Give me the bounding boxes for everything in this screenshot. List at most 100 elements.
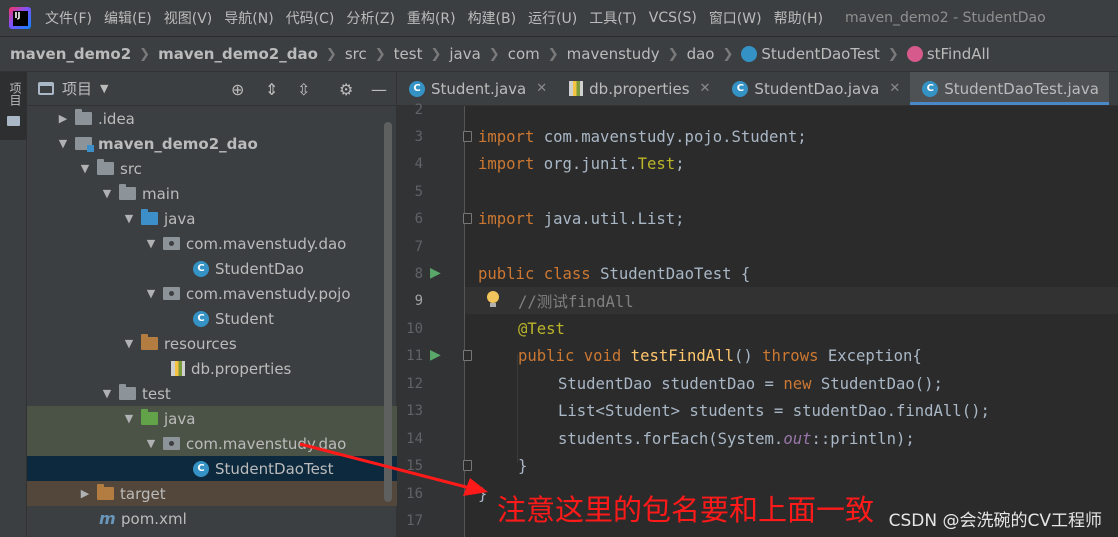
- menu-help[interactable]: 帮助(H): [768, 8, 829, 28]
- code-line: 8 ▶ public class StudentDaoTest {: [397, 260, 1118, 287]
- menu-file[interactable]: 文件(F): [39, 8, 98, 28]
- tree-item-target[interactable]: ▶ target: [27, 481, 397, 506]
- tree-item-studentdaotest[interactable]: C StudentDaoTest: [27, 456, 397, 481]
- breadcrumb-item-class[interactable]: StudentDaoTest: [761, 45, 880, 63]
- line-number: 3: [414, 128, 423, 145]
- fold-marker-icon[interactable]: [463, 131, 472, 142]
- close-icon[interactable]: ✕: [889, 81, 900, 96]
- collapse-all-icon[interactable]: ⇳: [297, 80, 310, 99]
- breadcrumb-item-test[interactable]: test: [394, 45, 423, 63]
- tree-item-db-properties[interactable]: db.properties: [27, 356, 397, 381]
- tree-item-test[interactable]: ▼ test: [27, 381, 397, 406]
- tree-item-test-package-dao[interactable]: ▼ com.mavenstudy.dao: [27, 431, 397, 456]
- breadcrumb-item-com[interactable]: com: [508, 45, 540, 63]
- run-test-icon[interactable]: ▶: [430, 348, 444, 362]
- chevron-down-icon[interactable]: ▼: [143, 237, 159, 250]
- menu-run[interactable]: 运行(U): [522, 8, 583, 28]
- breadcrumb-item-module[interactable]: maven_demo2_dao: [158, 45, 318, 63]
- menu-window[interactable]: 窗口(W): [703, 8, 768, 28]
- chevron-down-icon[interactable]: ▼: [143, 437, 159, 450]
- folder-icon: [119, 184, 136, 200]
- caret-down-icon[interactable]: ▼: [100, 82, 108, 95]
- chevron-down-icon[interactable]: ▼: [55, 137, 71, 150]
- chevron-down-icon[interactable]: ▼: [121, 412, 137, 425]
- breadcrumb-item-mavenstudy[interactable]: mavenstudy: [567, 45, 660, 63]
- tree-item-label: com.mavenstudy.pojo: [186, 284, 351, 303]
- chevron-right-icon: ❯: [547, 46, 559, 62]
- chevron-down-icon[interactable]: ▼: [121, 212, 137, 225]
- minimize-icon[interactable]: —: [371, 80, 387, 99]
- tree-item-label: main: [142, 184, 180, 203]
- tree-item-studentdao[interactable]: C StudentDao: [27, 256, 397, 281]
- tree-item-main-java[interactable]: ▼ java: [27, 206, 397, 231]
- tree-item-label: StudentDaoTest: [215, 459, 334, 478]
- menu-code[interactable]: 代码(C): [280, 8, 341, 28]
- code-text: students.forEach(System.out::println);: [558, 429, 915, 448]
- breadcrumb-item-java[interactable]: java: [449, 45, 480, 63]
- breadcrumb-item-src[interactable]: src: [345, 45, 367, 63]
- breadcrumb-item-method[interactable]: stFindAll: [927, 45, 990, 63]
- tree-item-package-dao[interactable]: ▼ com.mavenstudy.dao: [27, 231, 397, 256]
- tree-item-package-pojo[interactable]: ▼ com.mavenstudy.pojo: [27, 281, 397, 306]
- tree-item-idea[interactable]: ▶ .idea: [27, 106, 397, 131]
- line-number: 14: [406, 430, 423, 447]
- code-editor[interactable]: 2 3 import com.mavenstudy.pojo.Student; …: [397, 102, 1118, 537]
- tree-item-pom[interactable]: m pom.xml: [27, 506, 397, 531]
- fold-marker-icon[interactable]: [463, 460, 472, 471]
- line-number: 8: [414, 265, 423, 282]
- menu-tools[interactable]: 工具(T): [583, 8, 642, 28]
- run-test-icon[interactable]: ▶: [430, 266, 444, 280]
- tree-item-module[interactable]: ▼ maven_demo2_dao: [27, 131, 397, 156]
- tree-scrollbar[interactable]: [384, 122, 392, 502]
- tab-label: db.properties: [589, 79, 690, 98]
- test-class-icon: [741, 46, 758, 62]
- project-view-selector[interactable]: 项目: [62, 78, 92, 99]
- fold-marker-icon[interactable]: [463, 213, 472, 224]
- tree-item-src[interactable]: ▼ src: [27, 156, 397, 181]
- code-text: StudentDao studentDao = new StudentDao()…: [558, 374, 943, 393]
- menu-edit[interactable]: 编辑(E): [98, 8, 158, 28]
- breadcrumb-item-dao[interactable]: dao: [687, 45, 715, 63]
- tree-item-resources[interactable]: ▼ resources: [27, 331, 397, 356]
- close-icon[interactable]: ✕: [536, 81, 547, 96]
- menu-vcs[interactable]: VCS(S): [643, 10, 703, 26]
- lightbulb-icon[interactable]: [486, 291, 499, 307]
- menu-analyze[interactable]: 分析(Z): [340, 8, 401, 28]
- fold-marker-icon[interactable]: [463, 350, 472, 361]
- chevron-down-icon[interactable]: ▼: [143, 287, 159, 300]
- project-tool-button[interactable]: 项目: [0, 72, 27, 140]
- code-text: List<Student> students = studentDao.find…: [558, 401, 990, 420]
- tab-label: Student.java: [431, 79, 527, 98]
- menu-navigate[interactable]: 导航(N): [218, 8, 279, 28]
- locate-icon[interactable]: ⊕: [231, 80, 244, 99]
- tree-item-main[interactable]: ▼ main: [27, 181, 397, 206]
- chevron-right-icon[interactable]: ▶: [55, 112, 71, 125]
- chevron-down-icon[interactable]: ▼: [77, 162, 93, 175]
- close-icon[interactable]: ✕: [700, 81, 711, 96]
- menu-refactor[interactable]: 重构(R): [401, 8, 462, 28]
- chevron-down-icon[interactable]: ▼: [99, 187, 115, 200]
- chevron-down-icon[interactable]: ▼: [121, 337, 137, 350]
- line-number: 6: [414, 210, 423, 227]
- line-number: 2: [414, 101, 423, 118]
- tab-label: StudentDaoTest.java: [944, 79, 1099, 98]
- chevron-down-icon[interactable]: ▼: [99, 387, 115, 400]
- tree-item-label: test: [142, 384, 171, 403]
- excluded-folder-icon: [97, 484, 114, 500]
- menu-build[interactable]: 构建(B): [462, 8, 523, 28]
- chevron-right-icon: ❯: [430, 46, 442, 62]
- gear-icon[interactable]: ⚙: [339, 80, 353, 99]
- tool-window-strip: 项目: [0, 72, 27, 537]
- line-number: 16: [406, 485, 423, 502]
- code-line: 9 //测试findAll: [397, 287, 1118, 314]
- chevron-right-icon[interactable]: ▶: [77, 487, 93, 500]
- tree-item-label: java: [164, 409, 196, 428]
- tree-item-label: StudentDao: [215, 259, 304, 278]
- expand-all-icon[interactable]: ⇕: [265, 80, 278, 99]
- chevron-right-icon: ❯: [374, 46, 386, 62]
- tree-item-test-java[interactable]: ▼ java: [27, 406, 397, 431]
- breadcrumb-item-project[interactable]: maven_demo2: [10, 45, 131, 63]
- code-line: 6 import java.util.List;: [397, 205, 1118, 232]
- tree-item-student[interactable]: C Student: [27, 306, 397, 331]
- menu-view[interactable]: 视图(V): [158, 8, 219, 28]
